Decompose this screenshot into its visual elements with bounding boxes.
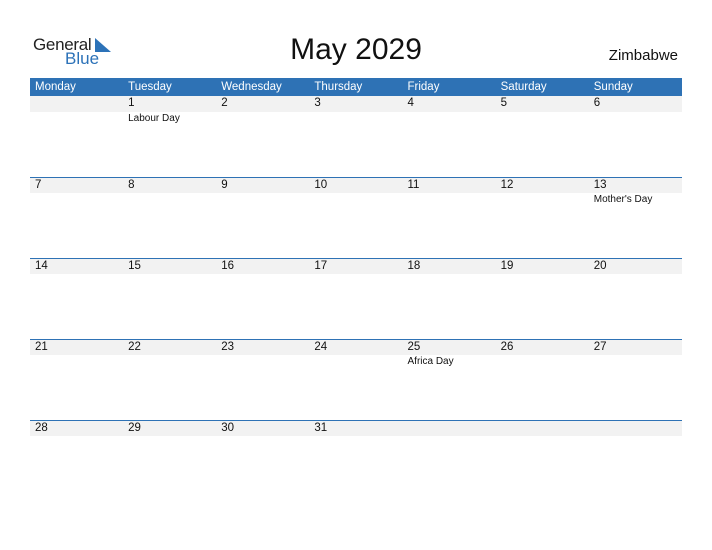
date-cell (496, 421, 589, 436)
events-row: Africa Day (30, 355, 682, 369)
date-cell: 10 (314, 179, 328, 191)
date-strip: 28 29 30 31 (30, 420, 682, 436)
date-cell: 28 (35, 422, 48, 434)
weekday-thursday: Thursday (314, 81, 363, 93)
holiday-label: Labour Day (128, 113, 180, 124)
date-cell: 15 (128, 260, 141, 272)
events-row: Mother's Day (30, 193, 682, 207)
date-cell: 31 (314, 422, 328, 434)
weekday-header: Monday Tuesday Wednesday Thursday Friday… (30, 78, 682, 96)
calendar-week: 1 2 3 4 5 6 Labour Day (30, 96, 682, 177)
date-cell: 30 (221, 422, 235, 434)
calendar-week: 28 29 30 31 (30, 420, 682, 501)
holiday-label (123, 193, 216, 207)
holiday-label (309, 193, 402, 207)
date-cell: 21 (35, 341, 48, 353)
date-cell: 24 (314, 341, 328, 353)
calendar-week: 7 8 9 10 11 12 13 Mother's Day (30, 177, 682, 258)
date-cell: 1 (128, 97, 135, 109)
holiday-label: Mother's Day (593, 194, 653, 205)
date-cell: 27 (593, 341, 607, 353)
date-cell: 16 (221, 260, 235, 272)
country-label: Zimbabwe (608, 47, 678, 64)
holiday-label (589, 112, 682, 126)
date-cell: 22 (128, 341, 141, 353)
events-row: Labour Day (30, 112, 682, 126)
date-cell: 8 (128, 179, 135, 191)
holiday-label (496, 355, 589, 369)
date-cell: 2 (221, 97, 228, 109)
date-cell: 23 (221, 341, 235, 353)
date-cell (30, 96, 123, 112)
date-cell: 29 (128, 422, 141, 434)
holiday-label (309, 355, 402, 369)
holiday-label (403, 112, 496, 126)
date-cell: 14 (35, 260, 48, 272)
weekday-sunday: Sunday (593, 81, 633, 93)
date-cell: 7 (35, 179, 42, 191)
date-cell: 19 (500, 260, 514, 272)
holiday-label (216, 112, 309, 126)
holiday-label (123, 355, 216, 369)
page-title: May 2029 (290, 33, 422, 66)
holiday-label (496, 193, 589, 207)
holiday-label: Africa Day (407, 356, 454, 367)
date-cell: 17 (314, 260, 328, 272)
weekday-friday: Friday (407, 81, 440, 93)
date-cell: 26 (500, 341, 514, 353)
date-cell: 12 (500, 179, 514, 191)
calendar-week: 21 22 23 24 25 26 27 Africa Day (30, 339, 682, 420)
weekday-monday: Monday (35, 81, 76, 93)
weekday-saturday: Saturday (500, 81, 547, 93)
holiday-label (403, 193, 496, 207)
date-cell (403, 421, 496, 436)
weekday-tuesday: Tuesday (128, 81, 172, 93)
holiday-label (30, 112, 123, 126)
date-strip: 14 15 16 17 18 19 20 (30, 258, 682, 274)
date-cell: 11 (407, 179, 420, 191)
date-cell: 25 (407, 341, 421, 353)
date-cell: 3 (314, 97, 321, 109)
calendar-week: 14 15 16 17 18 19 20 (30, 258, 682, 339)
date-cell (589, 421, 682, 436)
holiday-label (309, 112, 402, 126)
date-cell: 6 (593, 97, 601, 109)
date-strip: 21 22 23 24 25 26 27 (30, 339, 682, 355)
date-strip: 1 2 3 4 5 6 (30, 96, 682, 112)
holiday-label (589, 355, 682, 369)
holiday-label (496, 112, 589, 126)
date-cell: 18 (407, 260, 421, 272)
weekday-wednesday: Wednesday (221, 81, 282, 93)
date-strip: 7 8 9 10 11 12 13 (30, 177, 682, 193)
date-cell: 4 (407, 97, 414, 109)
holiday-label (216, 355, 309, 369)
date-cell: 9 (221, 179, 228, 191)
date-cell: 13 (593, 179, 607, 191)
holiday-label (216, 193, 309, 207)
holiday-label (30, 193, 123, 207)
date-cell: 5 (500, 97, 508, 109)
date-cell: 20 (593, 260, 607, 272)
holiday-label (30, 355, 123, 369)
